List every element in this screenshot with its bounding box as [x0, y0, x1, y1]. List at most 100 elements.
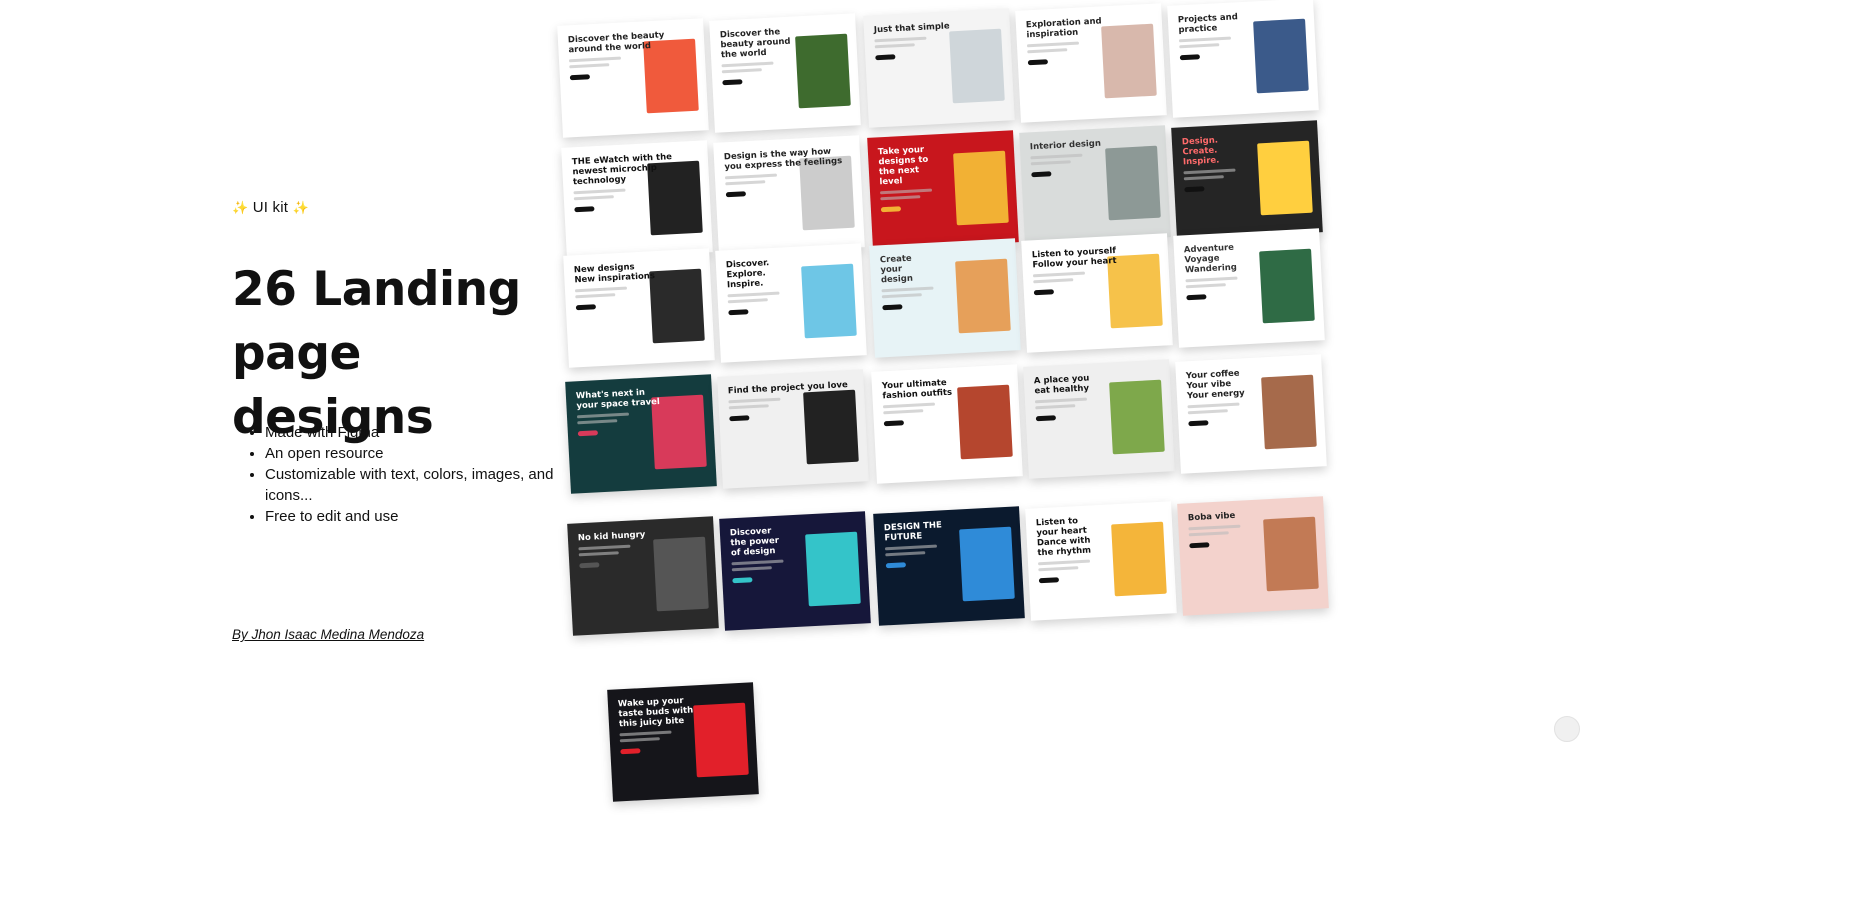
landing-page-gallery: Discover the beauty around the world Disc…	[557, 0, 1360, 802]
text-placeholder	[576, 412, 630, 419]
text-placeholder	[619, 730, 672, 737]
landing-page-card[interactable]: THE eWatch with the newest microchip tec…	[561, 140, 713, 260]
sparkle-icon: ✨	[292, 200, 309, 215]
landing-page-card[interactable]: Discover the power of design	[719, 511, 871, 631]
sparkle-icon: ✨	[232, 200, 249, 215]
cta-button	[579, 562, 600, 569]
preview-image	[1104, 145, 1162, 221]
text-placeholder	[1187, 402, 1240, 409]
text-placeholder	[721, 68, 762, 74]
uikit-tag: ✨ UI kit ✨	[232, 199, 309, 216]
text-placeholder	[728, 397, 781, 404]
text-placeholder	[724, 173, 778, 180]
text-placeholder	[1027, 48, 1068, 54]
landing-page-card[interactable]: New designs New inspirations	[563, 248, 715, 368]
landing-page-card[interactable]: Exploration and inspiration	[1015, 3, 1167, 123]
cta-button	[1031, 171, 1052, 178]
card-title: Take your designs to the next level	[877, 144, 929, 188]
feature-item: Free to edit and use	[265, 506, 565, 527]
text-placeholder	[1178, 36, 1232, 43]
preview-image	[948, 28, 1006, 104]
text-placeholder	[1030, 160, 1071, 166]
landing-page-card[interactable]: Design is the way how you express the fe…	[713, 135, 865, 255]
text-placeholder	[727, 298, 768, 304]
text-placeholder	[1185, 283, 1226, 289]
landing-page-card[interactable]: Design. Create. Inspire.	[1171, 120, 1323, 240]
cta-button	[1189, 542, 1210, 549]
landing-page-card[interactable]: Listen to your heart Dance with the rhyt…	[1025, 501, 1177, 621]
cta-button	[1035, 415, 1057, 422]
cta-button	[882, 304, 903, 311]
landing-page-card[interactable]: Just that simple	[863, 8, 1015, 128]
cta-button	[620, 748, 641, 755]
cta-button	[577, 430, 599, 437]
cta-button	[883, 420, 905, 427]
text-placeholder	[1187, 409, 1228, 415]
cta-button	[732, 577, 753, 584]
feature-item: An open resource	[265, 443, 565, 464]
cta-button	[725, 191, 747, 198]
scroll-handle[interactable]	[1554, 716, 1580, 742]
uikit-tag-label: UI kit	[252, 199, 289, 216]
text-placeholder	[1185, 276, 1238, 283]
landing-page-card[interactable]: Wake up your taste buds with this juicy …	[607, 682, 759, 802]
landing-page-card[interactable]: Interior design	[1019, 125, 1171, 245]
author-link[interactable]: By Jhon Isaac Medina Mendoza	[232, 627, 424, 642]
landing-page-card[interactable]: Discover the beauty around the world	[709, 13, 861, 133]
hero-section: ✨ UI kit ✨ 26 Landing page designs Made …	[232, 0, 562, 767]
text-placeholder	[885, 551, 926, 557]
text-placeholder	[568, 56, 622, 63]
text-placeholder	[569, 63, 610, 69]
landing-page-card[interactable]: Listen to yourself Follow your heart	[1021, 233, 1173, 353]
text-placeholder	[1026, 41, 1080, 48]
text-placeholder	[575, 293, 616, 299]
text-placeholder	[880, 195, 921, 201]
landing-page-card[interactable]: Discover the beauty around the world	[557, 18, 709, 138]
landing-page-card[interactable]: Create your design	[869, 238, 1021, 358]
cta-button	[574, 206, 595, 213]
landing-page-card[interactable]: A place you eat healthy	[1023, 359, 1175, 479]
feature-item: Made with Figma	[265, 422, 565, 443]
cta-button	[1038, 577, 1060, 584]
cta-button	[1179, 54, 1201, 61]
text-placeholder	[883, 409, 924, 415]
landing-page-card[interactable]: Discover. Explore. Inspire.	[715, 243, 867, 363]
landing-page-card[interactable]: No kid hungry	[567, 516, 719, 636]
text-placeholder	[874, 43, 915, 49]
text-placeholder	[884, 544, 938, 551]
landing-page-card[interactable]: Take your designs to the next level	[867, 130, 1019, 250]
text-placeholder	[1037, 559, 1091, 566]
landing-page-card[interactable]: Find the project you love	[717, 369, 869, 489]
text-placeholder	[578, 551, 619, 557]
text-placeholder	[881, 293, 922, 299]
text-placeholder	[731, 566, 772, 572]
text-placeholder	[727, 291, 780, 298]
landing-page-card[interactable]: Projects and practice	[1167, 0, 1319, 118]
text-placeholder	[1030, 153, 1083, 160]
text-placeholder	[881, 286, 934, 293]
card-title: Listen to your heart Dance with the rhyt…	[1035, 516, 1092, 559]
cta-button	[569, 74, 591, 81]
text-placeholder	[573, 188, 626, 195]
preview-image	[802, 389, 860, 465]
cta-button	[1188, 420, 1209, 427]
text-placeholder	[725, 180, 766, 186]
landing-page-card[interactable]: DESIGN THE FUTURE	[873, 506, 1025, 626]
landing-page-card[interactable]: Adventure Voyage Wandering	[1173, 228, 1325, 348]
feature-item: Customizable with text, colors, images, …	[265, 464, 565, 506]
cta-button	[722, 79, 743, 86]
text-placeholder	[721, 61, 774, 68]
landing-page-card[interactable]: Your ultimate fashion outfits	[871, 364, 1023, 484]
text-placeholder	[1033, 278, 1074, 284]
cta-button	[575, 304, 597, 311]
preview-image	[1262, 516, 1320, 592]
landing-page-card[interactable]: What's next in your space travel	[565, 374, 717, 494]
text-placeholder	[731, 559, 784, 566]
cta-button	[1184, 186, 1205, 193]
landing-page-card[interactable]: Boba vibe	[1177, 496, 1329, 616]
landing-page-card[interactable]: Your coffee Your vibe Your energy	[1175, 354, 1327, 474]
cta-button	[729, 415, 750, 422]
text-placeholder	[1034, 397, 1088, 404]
page-title-line-1: 26 Landing	[232, 262, 521, 317]
text-placeholder	[1038, 566, 1079, 572]
